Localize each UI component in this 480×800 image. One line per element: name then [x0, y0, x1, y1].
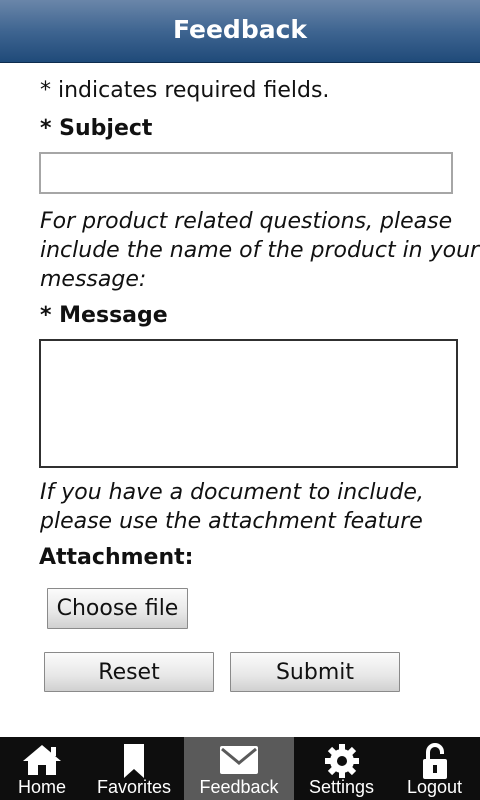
- message-label: * Message: [40, 303, 168, 328]
- submit-button[interactable]: Submit: [230, 652, 400, 692]
- choose-file-button[interactable]: Choose file: [47, 588, 188, 629]
- tab-home-label: Home: [17, 777, 66, 797]
- product-hint: For product related questions, please in…: [40, 209, 480, 292]
- required-note: * indicates required fields.: [40, 78, 330, 103]
- tab-home[interactable]: Home: [0, 737, 84, 800]
- envelope-icon: [219, 745, 259, 779]
- bottom-tab-bar: Home Favorites Feedback Settings Logout: [0, 737, 480, 800]
- attachment-label: Attachment:: [39, 545, 194, 570]
- tab-logout[interactable]: Logout: [389, 737, 480, 800]
- page-title: Feedback: [172, 15, 308, 44]
- home-icon: [21, 743, 63, 781]
- tab-favorites-label: Favorites: [96, 777, 172, 797]
- tab-favorites[interactable]: Favorites: [84, 737, 184, 800]
- message-textarea[interactable]: [39, 339, 458, 468]
- tab-settings[interactable]: Settings: [294, 737, 389, 800]
- header-bar: Feedback: [0, 0, 480, 63]
- document-hint: If you have a document to include, pleas…: [40, 480, 424, 534]
- tab-feedback-label: Feedback: [199, 777, 279, 797]
- tab-settings-label: Settings: [308, 777, 375, 797]
- reset-button[interactable]: Reset: [44, 652, 214, 692]
- subject-label: * Subject: [40, 116, 153, 141]
- subject-input[interactable]: [39, 152, 453, 194]
- tab-feedback[interactable]: Feedback: [184, 737, 294, 800]
- tab-logout-label: Logout: [406, 777, 463, 797]
